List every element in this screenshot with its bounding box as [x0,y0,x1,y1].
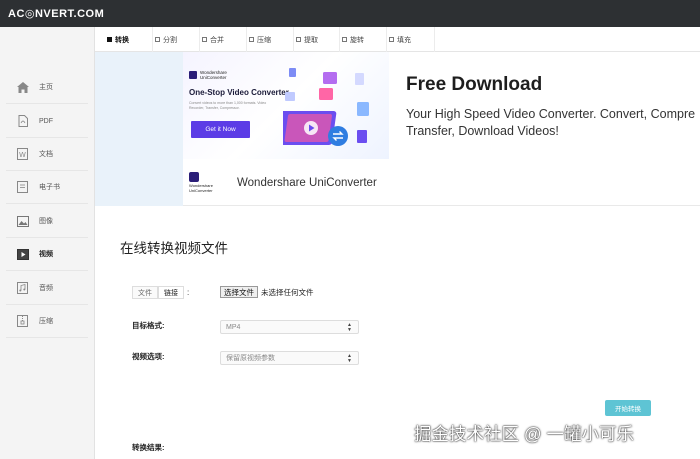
ad-brand: Wondershare UniConverter [189,70,227,80]
sidebar-item-label: 压缩 [39,318,53,325]
video-option-select[interactable]: 保留原视频参数 ▲ ▼ [220,351,359,365]
ad-brand-line2: UniConverter [200,75,227,80]
target-format-value: MP4 [226,323,241,331]
top-bar: AC◎NVERT.COM [0,0,700,27]
tab-label: 合并 [210,36,224,44]
select-arrows-icon: ▲ ▼ [347,322,352,333]
get-it-now-button[interactable]: Get it Now [191,121,250,138]
sidebar-item-label: 文档 [39,151,53,158]
file-status-text: 未选择任何文件 [261,288,314,297]
video-option-value: 保留原视频参数 [226,355,275,362]
video-icon [16,248,29,261]
sidebar-item-document[interactable]: W 文档 [6,138,88,171]
ad-advertiser-name[interactable]: Wondershare UniConverter [237,177,377,189]
tab-label: 填充 [397,36,411,44]
word-doc-icon: W [16,148,29,161]
tab-label: 转换 [115,36,129,44]
tab-label: 压缩 [257,36,271,44]
tab-fill[interactable]: 填充 [387,27,435,52]
ad-footer-brand-line2: UniConverter [189,187,213,193]
ad-image-heading: One-Stop Video Converter [189,88,289,97]
converter-illustration-icon [283,68,369,146]
operation-tabs: 转换 分割 合并 压缩 提取 旋转 填充 [95,27,700,52]
ad-description-line2: Transfer, Download Videos! [406,124,559,138]
source-type-toggle: 文件 链接 : [132,286,189,299]
ad-description: Your High Speed Video Converter. Convert… [406,106,700,140]
tab-compress[interactable]: 压缩 [247,27,294,52]
sidebar-item-home[interactable]: 主页 [6,71,88,104]
tab-label: 旋转 [350,36,364,44]
ad-banner[interactable]: Wondershare UniConverter One-Stop Video … [95,52,700,206]
tab-rotate[interactable]: 旋转 [340,27,387,52]
checkbox-icon [296,37,301,42]
audio-icon [16,282,29,295]
ad-image-subtext: Convert videos to more than 1,000 format… [189,101,267,110]
archive-icon [16,315,29,328]
video-option-label: 视频选项: [132,352,165,361]
tab-extract[interactable]: 提取 [294,27,340,52]
sidebar-item-audio[interactable]: 音频 [6,272,88,305]
source-tab-file[interactable]: 文件 [132,286,158,299]
ad-description-line1: Your High Speed Video Converter. Convert… [406,107,696,121]
choose-file-button[interactable]: 选择文件 [220,286,258,298]
source-tab-link[interactable]: 链接 [158,286,184,299]
checkbox-icon [342,37,347,42]
sidebar-item-label: PDF [39,117,53,125]
sidebar-item-pdf[interactable]: PDF [6,105,88,138]
ad-image[interactable]: Wondershare UniConverter One-Stop Video … [183,52,389,159]
ebook-icon [16,181,29,194]
result-label: 转换结果: [132,443,165,452]
tab-convert[interactable]: 转换 [107,27,153,52]
page-title: 在线转换视频文件 [120,241,228,256]
checkbox-icon [107,37,112,42]
sidebar-item-label: 主页 [39,84,53,91]
ad-title[interactable]: Free Download [406,74,542,96]
source-colon: : [187,288,190,297]
image-icon [16,215,29,228]
uniconverter-logo-icon [189,71,197,79]
ad-footer[interactable]: Wondershare UniConverter Wondershare Uni… [183,159,700,206]
tab-split[interactable]: 分割 [153,27,200,52]
sidebar-item-archive[interactable]: 压缩 [6,305,88,338]
uniconverter-logo-icon [189,172,199,182]
sidebar-item-label: 音频 [39,285,53,292]
sidebar-item-label: 电子书 [39,184,60,191]
site-logo[interactable]: AC◎NVERT.COM [8,7,104,20]
tab-merge[interactable]: 合并 [200,27,247,52]
tab-label: 提取 [304,36,318,44]
checkbox-icon [155,37,160,42]
sidebar-item-ebook[interactable]: 电子书 [6,171,88,204]
checkbox-icon [249,37,254,42]
uniconverter-logo: Wondershare UniConverter [189,169,227,197]
home-icon [16,81,29,94]
svg-text:W: W [19,151,26,159]
checkbox-icon [389,37,394,42]
target-format-select[interactable]: MP4 ▲ ▼ [220,320,359,334]
watermark: 掘金技术社区 @ 一罐小可乐 [414,424,634,444]
select-arrows-icon: ▲ ▼ [347,353,352,364]
ad-side-strip [95,52,183,206]
sidebar-item-video[interactable]: 视频 [6,238,88,271]
sidebar: 主页 PDF W 文档 电子书 图像 视频 音频 压缩 [0,27,95,459]
start-convert-button[interactable]: 开始转换 [605,400,651,416]
checkbox-icon [202,37,207,42]
pdf-file-icon [16,115,29,128]
tab-label: 分割 [163,36,177,44]
sidebar-item-image[interactable]: 图像 [6,205,88,238]
sidebar-item-label: 图像 [39,218,53,225]
target-format-label: 目标格式: [132,321,165,330]
sidebar-item-label: 视频 [39,251,53,258]
